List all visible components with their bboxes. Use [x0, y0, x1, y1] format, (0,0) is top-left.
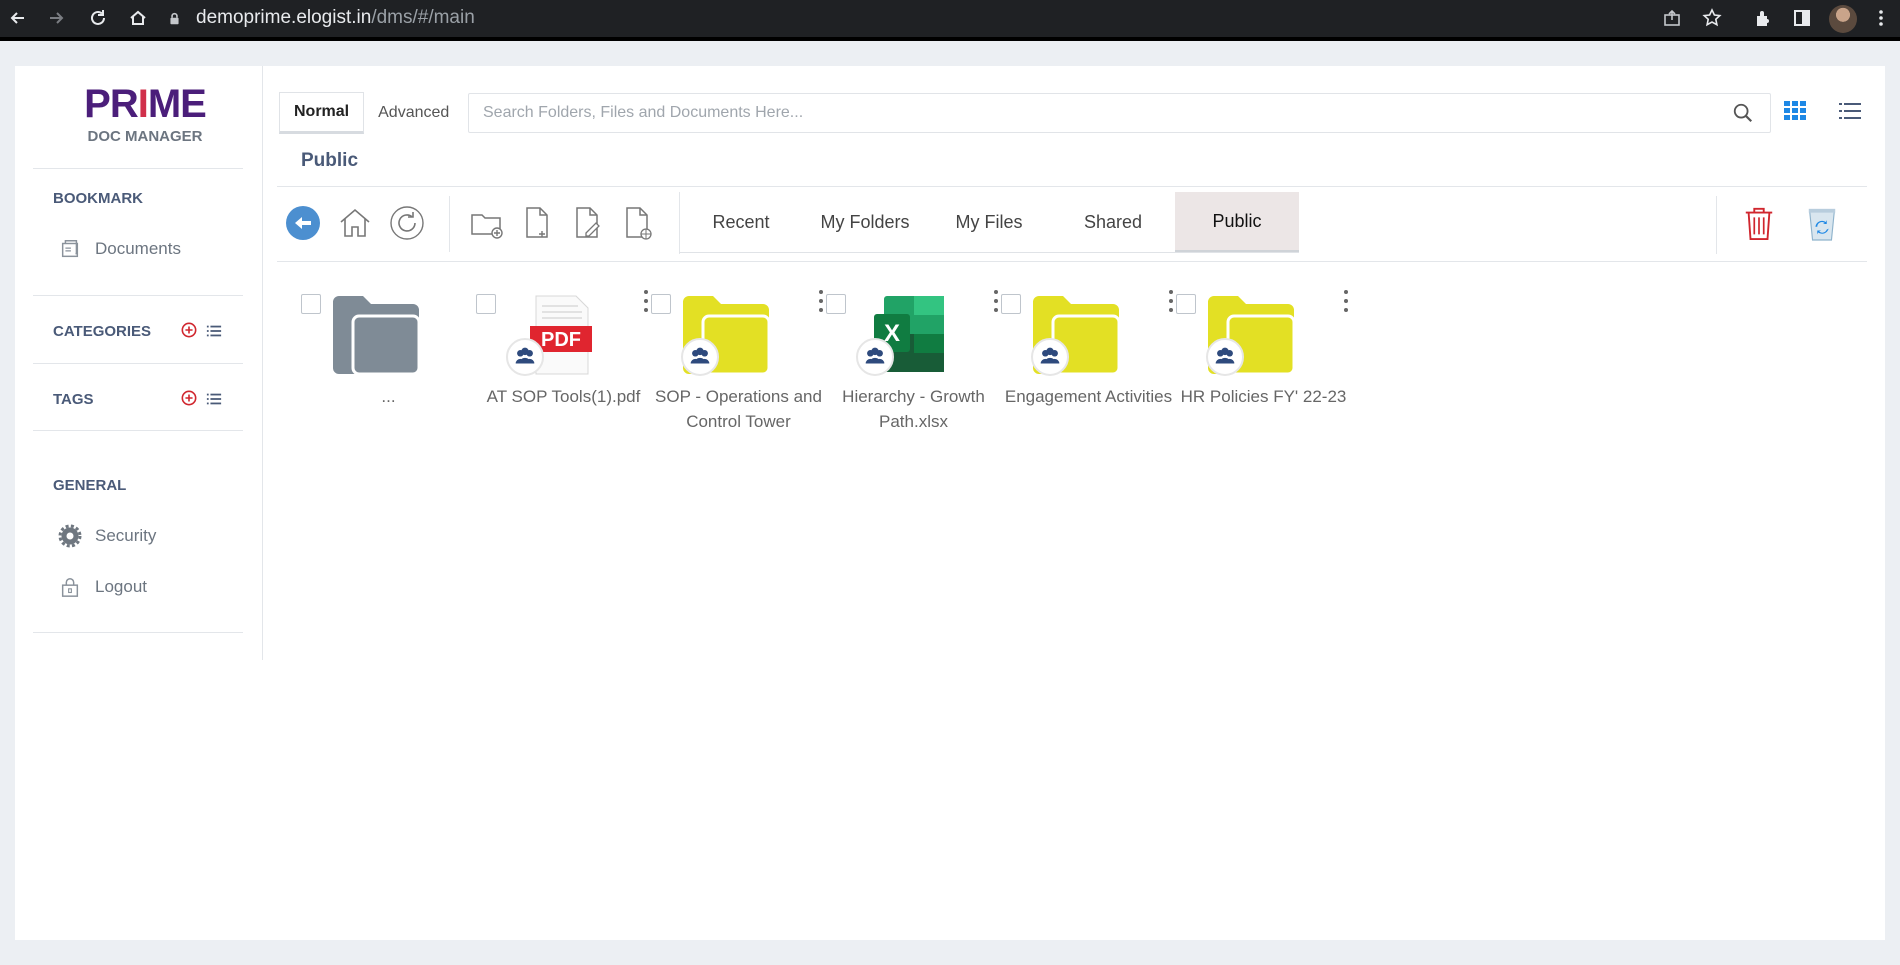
file-item-xlsx[interactable]: X Hierarchy - Growth Path.xlsx [826, 286, 1001, 466]
delete-icon[interactable] [1739, 203, 1779, 243]
back-circle-icon[interactable] [283, 203, 323, 243]
bookmark-title: BOOKMARK [53, 190, 143, 207]
list-tags-icon[interactable] [205, 390, 223, 408]
file-name: SOP - Operations and Control Tower [655, 387, 822, 431]
file-item-folder[interactable]: SOP - Operations and Control Tower [651, 286, 826, 466]
file-item-pdf[interactable]: PDF AT SOP Tools(1).pdf [476, 286, 651, 466]
grid-view-icon[interactable] [1780, 96, 1810, 126]
tab-shared[interactable]: Shared [1051, 192, 1175, 252]
url-path: /dms/#/main [371, 7, 475, 28]
gear-icon [57, 523, 83, 549]
logo: PRIME DOC MANAGER [75, 84, 215, 145]
edit-file-icon[interactable] [567, 203, 607, 243]
file-name: AT SOP Tools(1).pdf [486, 387, 641, 406]
lock-icon [57, 574, 83, 600]
tab-public[interactable]: Public [1175, 192, 1299, 252]
reload-icon[interactable] [84, 4, 112, 32]
select-checkbox[interactable] [476, 294, 496, 314]
sidebar-item-label: Documents [95, 239, 181, 258]
new-file-icon[interactable] [517, 203, 557, 243]
select-checkbox[interactable] [301, 294, 321, 314]
search-box [468, 93, 1771, 133]
list-view-icon[interactable] [1835, 96, 1865, 126]
sidebar-item-security[interactable]: Security [57, 521, 156, 551]
sidebar-item-logout[interactable]: Logout [57, 572, 147, 602]
search-mode-tabs: Normal Advanced [279, 92, 463, 134]
more-vert-icon[interactable] [1866, 4, 1896, 32]
new-folder-icon[interactable] [467, 203, 507, 243]
sidebar-item-label: Security [95, 526, 157, 545]
sidepanel-icon[interactable] [1787, 4, 1817, 32]
page-title: Public [301, 150, 359, 171]
tab-recent[interactable]: Recent [679, 192, 803, 252]
public-badge-icon [506, 338, 544, 376]
web-file-icon[interactable] [617, 203, 657, 243]
file-item-parent[interactable]: ... [301, 286, 476, 466]
more-options-icon[interactable] [816, 290, 826, 312]
recycle-bin-icon[interactable] [1802, 203, 1842, 243]
list-categories-icon[interactable] [205, 322, 223, 340]
general-title: GENERAL [53, 477, 127, 494]
star-icon[interactable] [1697, 4, 1727, 32]
tab-advanced[interactable]: Advanced [364, 92, 463, 134]
sidebar: PRIME DOC MANAGER BOOKMARK Documents CAT… [15, 66, 263, 660]
select-checkbox[interactable] [1176, 294, 1196, 314]
location-tabs: Recent My Folders My Files Shared Public [679, 192, 1299, 253]
tab-my-files[interactable]: My Files [927, 192, 1051, 252]
svg-text:PDF: PDF [541, 329, 581, 351]
forward-arrow-icon[interactable] [42, 4, 70, 32]
search-input[interactable] [483, 104, 1730, 122]
lock-icon [164, 8, 184, 28]
select-checkbox[interactable] [826, 294, 846, 314]
refresh-icon[interactable] [387, 203, 427, 243]
file-item-folder[interactable]: Engagement Activities [1001, 286, 1176, 466]
tags-title: TAGS [53, 391, 94, 408]
logo-subtitle: DOC MANAGER [87, 128, 203, 145]
more-options-icon[interactable] [991, 290, 1001, 312]
documents-icon [57, 236, 83, 262]
url-host: demoprime.elogist.in [196, 7, 372, 28]
public-badge-icon [856, 338, 894, 376]
address-bar[interactable]: demoprime.elogist.in /dms/#/main [164, 4, 1704, 32]
more-options-icon[interactable] [1166, 290, 1176, 312]
add-tag-icon[interactable] [180, 389, 198, 407]
public-badge-icon [1206, 338, 1244, 376]
public-badge-icon [681, 338, 719, 376]
public-badge-icon [1031, 338, 1069, 376]
select-checkbox[interactable] [651, 294, 671, 314]
app-container: PRIME DOC MANAGER BOOKMARK Documents CAT… [15, 66, 1885, 940]
parent-folder-icon [331, 294, 421, 376]
profile-avatar[interactable] [1829, 5, 1857, 33]
more-options-icon[interactable] [1341, 290, 1351, 312]
back-arrow-icon[interactable] [4, 4, 32, 32]
tab-normal[interactable]: Normal [279, 92, 365, 134]
sidebar-item-label: Logout [95, 577, 147, 596]
add-category-icon[interactable] [180, 321, 198, 339]
home-icon[interactable] [124, 4, 152, 32]
categories-title: CATEGORIES [53, 323, 152, 340]
search-icon[interactable] [1730, 100, 1756, 126]
file-item-folder[interactable]: HR Policies FY' 22-23 [1176, 286, 1351, 466]
more-options-icon[interactable] [641, 290, 651, 312]
tab-my-folders[interactable]: My Folders [803, 192, 927, 252]
browser-toolbar: demoprime.elogist.in /dms/#/main [0, 0, 1900, 41]
file-name: ... [381, 387, 396, 406]
file-name: Hierarchy - Growth Path.xlsx [842, 387, 985, 431]
sidebar-item-documents[interactable]: Documents [57, 234, 181, 264]
file-name: HR Policies FY' 22-23 [1180, 387, 1347, 406]
home-icon[interactable] [335, 203, 375, 243]
share-icon[interactable] [1657, 4, 1687, 32]
file-name: Engagement Activities [1004, 387, 1173, 406]
extensions-icon[interactable] [1748, 4, 1778, 32]
select-checkbox[interactable] [1001, 294, 1021, 314]
